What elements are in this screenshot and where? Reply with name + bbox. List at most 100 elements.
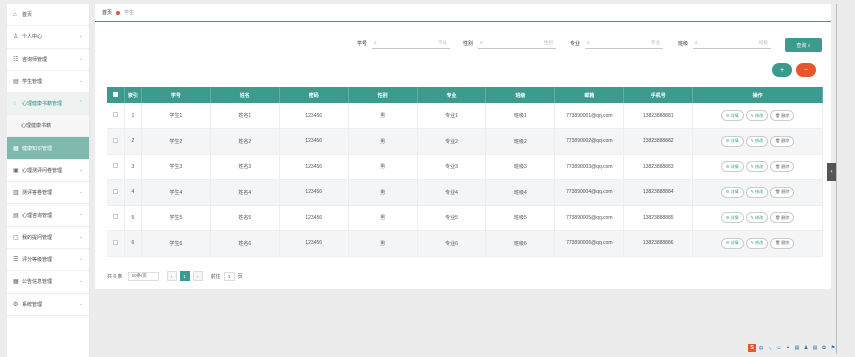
ime-toolbar-icon[interactable]: ▤ bbox=[793, 344, 801, 352]
delete-button[interactable]: 🗑 删除 bbox=[770, 237, 795, 249]
table-cell: 4 bbox=[124, 179, 142, 206]
sidebar-item-12[interactable]: ▦ 公告信息管理 ⌄ bbox=[7, 271, 89, 294]
table-cell: 男 bbox=[348, 128, 418, 155]
table-cell: 773890003@qq.com bbox=[554, 154, 625, 180]
ime-toolbar-icon[interactable]: ⚑ bbox=[829, 344, 837, 352]
select-all-header bbox=[107, 87, 125, 103]
delete-button[interactable]: 🗑 删除 bbox=[770, 135, 795, 147]
table-cell: 13823888882 bbox=[623, 128, 694, 155]
batch-delete-button[interactable]: − bbox=[796, 63, 816, 77]
table-cell: 姓名4 bbox=[210, 179, 280, 206]
detail-button[interactable]: ☰ 详情 bbox=[720, 186, 744, 198]
ime-toolbar-icon[interactable]: 中 bbox=[757, 344, 765, 352]
detail-button[interactable]: ☰ 详情 bbox=[720, 161, 744, 173]
table-row: 5 学生5 姓名5 123456 男专业5 班级5 773890005@qq.com 1382… bbox=[107, 205, 823, 231]
sidebar-item-1[interactable]: ♙ 个人中心 ⌄ bbox=[7, 26, 89, 49]
goto-page-input[interactable]: 1 bbox=[223, 271, 235, 281]
sidebar-item-4[interactable]: ◌ 心理健康书籍管理 ⌃ bbox=[7, 93, 89, 116]
detail-button[interactable]: ☰ 详情 bbox=[720, 135, 744, 147]
add-button[interactable]: + bbox=[772, 63, 792, 77]
row-checkbox[interactable] bbox=[112, 214, 118, 220]
class-input[interactable]: ⌕ 班级 bbox=[693, 37, 771, 49]
sidebar-item-6[interactable]: ▦ 健康知识管理 ⌄ bbox=[7, 137, 89, 160]
table-cell: 男 bbox=[348, 103, 418, 129]
table-cell: 13823888885 bbox=[623, 205, 694, 231]
table-cell: 专业2 bbox=[417, 128, 487, 155]
sidebar-item-7[interactable]: ▣ 心理测评问卷管理 ⌄ bbox=[7, 160, 89, 183]
row-checkbox[interactable] bbox=[112, 163, 118, 169]
row-checkbox[interactable] bbox=[112, 137, 118, 143]
row-checkbox[interactable] bbox=[112, 188, 118, 194]
sidebar-item-11[interactable]: ☰ 评分等级管理 ⌄ bbox=[7, 249, 89, 272]
page-number-current[interactable]: 1 bbox=[179, 271, 190, 281]
next-page-button[interactable]: › bbox=[192, 271, 203, 281]
sidebar-item-9[interactable]: ▤ 心理咨询管理 ⌄ bbox=[7, 204, 89, 227]
edit-button[interactable]: ✎ 修改 bbox=[745, 186, 769, 198]
delete-button[interactable]: 🗑 删除 bbox=[770, 110, 795, 121]
prev-page-button[interactable]: ‹ bbox=[166, 271, 177, 281]
gender-input[interactable]: ⌕ 性别 bbox=[478, 37, 556, 49]
edit-button[interactable]: ✎ 修改 bbox=[745, 161, 769, 173]
sidebar-item-label: 首页 bbox=[22, 12, 33, 19]
student-no-input[interactable]: ⌕ 学号 bbox=[372, 37, 450, 49]
rating-icon: ☰ bbox=[13, 257, 19, 264]
table-cell: 男 bbox=[348, 205, 418, 231]
delete-button[interactable]: 🗑 删除 bbox=[770, 186, 795, 198]
ime-toolbar-icon[interactable]: S bbox=[748, 344, 756, 352]
table-cell: 13823888883 bbox=[623, 154, 694, 180]
table-cell: 13823888884 bbox=[623, 179, 694, 206]
delete-button[interactable]: 🗑 删除 bbox=[770, 161, 795, 173]
row-checkbox[interactable] bbox=[112, 112, 118, 117]
ime-toolbar-icon[interactable]: ✿ bbox=[820, 344, 828, 352]
ime-toolbar-icon[interactable]: ▤ bbox=[811, 344, 819, 352]
column-header: 操作 bbox=[692, 87, 823, 103]
table-cell: 姓名3 bbox=[210, 154, 280, 180]
detail-button[interactable]: ☰ 详情 bbox=[720, 110, 744, 121]
breadcrumb-home[interactable]: 首页 bbox=[102, 9, 112, 16]
breadcrumb: 首页 学生 bbox=[95, 4, 831, 22]
table-cell: 班级4 bbox=[485, 179, 556, 206]
edit-button[interactable]: ✎ 修改 bbox=[745, 237, 769, 249]
total-count: 共 6 条 bbox=[107, 273, 123, 280]
major-input[interactable]: ⌕ 专业 bbox=[585, 37, 663, 49]
row-checkbox[interactable] bbox=[112, 239, 118, 245]
table-cell: 13823888886 bbox=[623, 230, 694, 257]
list-icon: ☷ bbox=[13, 56, 19, 63]
table-cell: 773890004@qq.com bbox=[554, 179, 625, 206]
table-cell: 123456 bbox=[279, 154, 349, 180]
edit-button[interactable]: ✎ 修改 bbox=[745, 110, 769, 121]
sidebar-item-2[interactable]: ☷ 咨询师管理 ⌄ bbox=[7, 49, 89, 71]
sidebar-item-10[interactable]: ▢ 我的提问管理 ⌄ bbox=[7, 227, 89, 249]
edit-button[interactable]: ✎ 修改 bbox=[745, 212, 769, 224]
edit-button[interactable]: ✎ 修改 bbox=[745, 135, 769, 147]
sidebar-item-13[interactable]: ⚙ 系统管理 ⌄ bbox=[7, 294, 89, 316]
row-select-cell bbox=[107, 230, 125, 257]
grid-icon: ▦ bbox=[13, 145, 19, 152]
row-actions-cell: ☰ 详情 ✎ 修改 🗑 删除 bbox=[692, 205, 823, 231]
table-cell: 6 bbox=[124, 230, 142, 257]
detail-button[interactable]: ☰ 详情 bbox=[720, 237, 744, 249]
delete-button[interactable]: 🗑 删除 bbox=[770, 212, 795, 224]
table-cell: 123456 bbox=[279, 205, 349, 231]
ime-toolbar-icon[interactable]: ♟ bbox=[802, 344, 810, 352]
chevron-icon: ⌄ bbox=[78, 144, 83, 151]
ime-toolbar-icon[interactable]: ☺ bbox=[775, 344, 783, 352]
chevron-icon: ⌄ bbox=[78, 255, 83, 262]
select-all-checkbox[interactable] bbox=[112, 91, 118, 97]
sidebar-item-0[interactable]: ⌂ 首页 bbox=[7, 4, 89, 27]
row-actions-cell: ☰ 详情 ✎ 修改 🗑 删除 bbox=[692, 230, 823, 257]
collapse-panel-handle[interactable]: ‹ bbox=[827, 163, 836, 181]
table-cell: 学生5 bbox=[141, 205, 211, 231]
table-cell: 学生2 bbox=[141, 128, 211, 155]
ime-toolbar-icon[interactable]: ⌖ bbox=[784, 344, 792, 352]
sidebar-item-8[interactable]: ▥ 测评答卷管理 ⌄ bbox=[7, 182, 89, 205]
ime-toolbar-icon[interactable]: ·, bbox=[766, 344, 774, 352]
page-size-select[interactable]: 10条/页 bbox=[127, 271, 159, 281]
query-button[interactable]: 查询 ⌕ bbox=[785, 38, 822, 52]
sidebar-item-5[interactable]: 心理健康书籍 bbox=[7, 115, 89, 138]
column-header: 邮箱 bbox=[554, 87, 625, 103]
detail-button[interactable]: ☰ 详情 bbox=[720, 212, 744, 224]
table-cell: 学生1 bbox=[141, 103, 211, 129]
sidebar-item-3[interactable]: ▤ 学生管理 ⌄ bbox=[7, 71, 89, 94]
row-select-cell bbox=[107, 179, 125, 206]
